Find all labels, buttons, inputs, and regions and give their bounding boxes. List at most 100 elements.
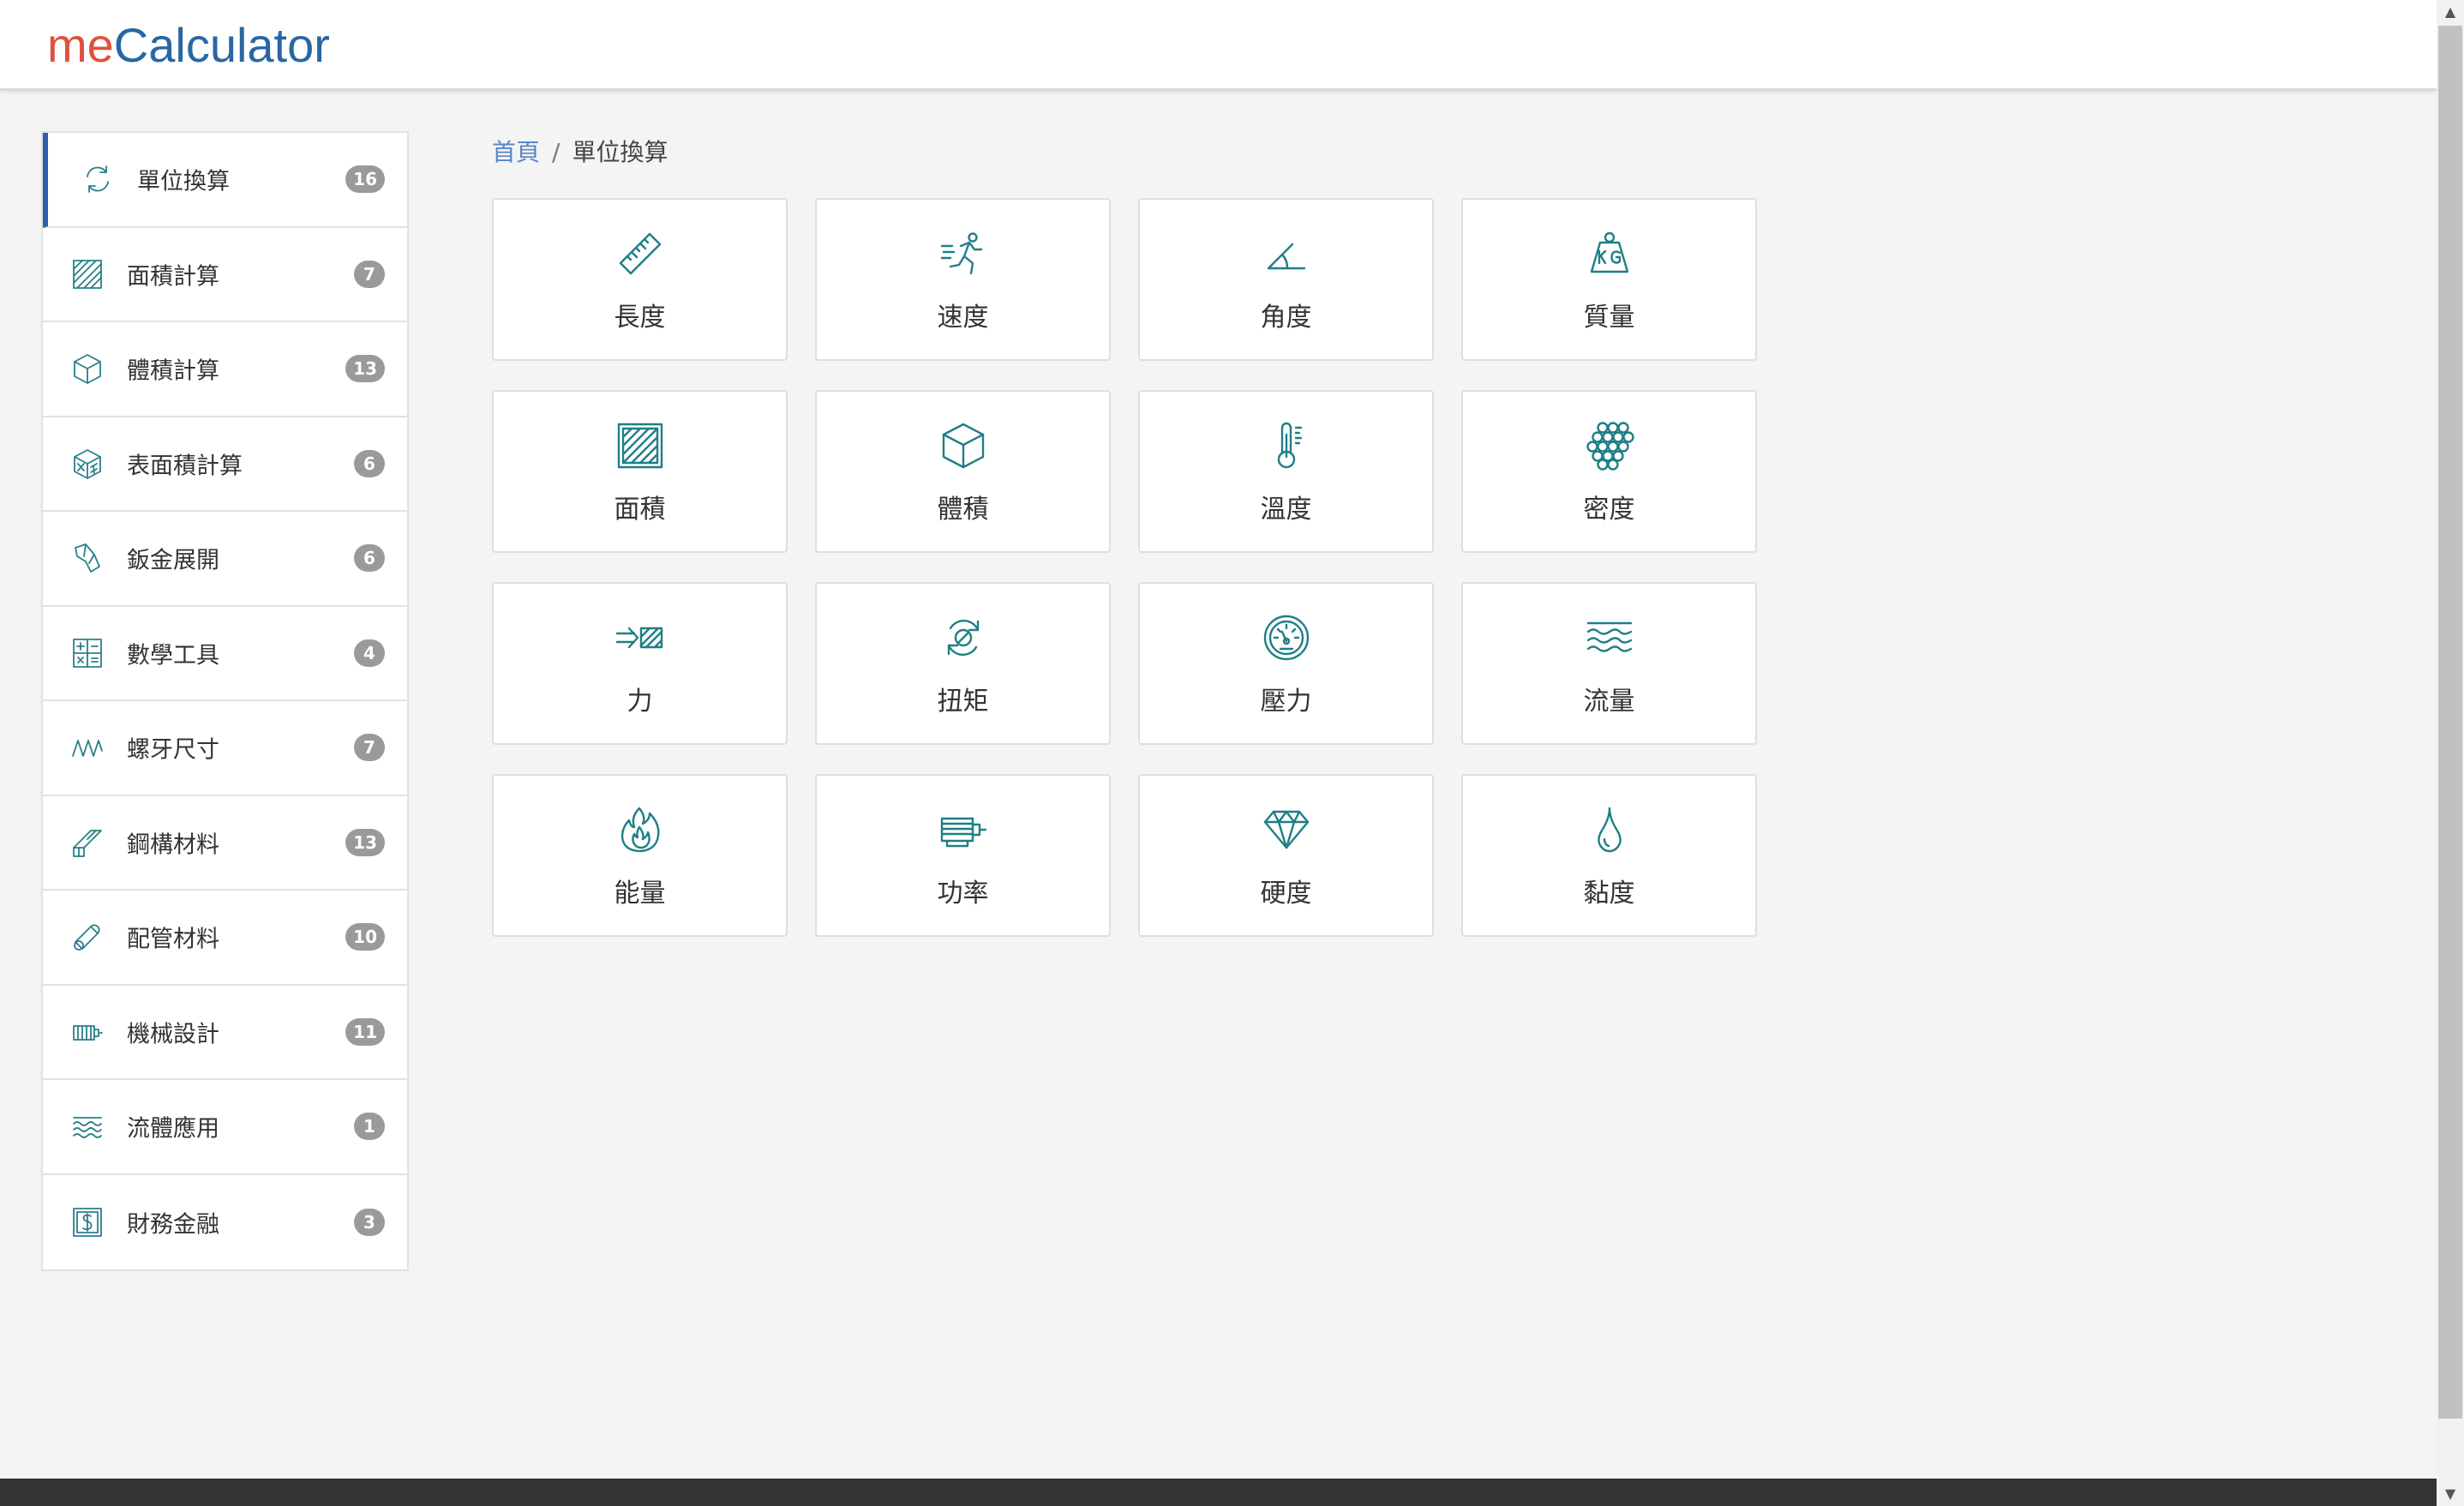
count-badge: 11 [345, 1017, 385, 1046]
tile-power[interactable]: 功率 [815, 774, 1111, 937]
sidebar-item-piping-material[interactable]: 配管材料 10 [43, 891, 407, 986]
drop-icon [1585, 805, 1634, 855]
sidebar-item-unit-conversion[interactable]: 單位換算 16 [43, 133, 407, 228]
tile-temperature[interactable]: 溫度 [1138, 390, 1434, 553]
breadcrumb: 首頁 / 單位換算 [492, 134, 668, 168]
cube-icon [70, 351, 105, 386]
count-badge: 1 [354, 1113, 385, 1141]
tile-label: 密度 [1583, 495, 1635, 525]
count-badge: 13 [345, 355, 385, 383]
tile-area[interactable]: 面積 [492, 390, 788, 553]
count-badge: 6 [354, 544, 385, 573]
waves-icon [70, 1109, 105, 1143]
breadcrumb-home-link[interactable]: 首頁 [492, 138, 540, 166]
category-sidebar: 單位換算 16 面積計算 7 體積計算 13 表面積計算 6 鈑金展開 6 數學… [41, 131, 409, 1271]
count-badge: 13 [345, 828, 385, 856]
sidebar-item-label: 表面積計算 [127, 453, 243, 480]
logo-me: me [47, 18, 114, 72]
convert-icon [81, 162, 115, 196]
count-badge: 3 [354, 1208, 385, 1236]
tile-label: 體積 [937, 495, 989, 525]
count-badge: 4 [354, 639, 385, 667]
tile-speed[interactable]: 速度 [815, 198, 1111, 361]
sidebar-item-thread-size[interactable]: 螺牙尺寸 7 [43, 701, 407, 796]
tile-angle[interactable]: 角度 [1138, 198, 1434, 361]
sidebar-item-label: 配管材料 [127, 926, 219, 953]
breadcrumb-separator: / [552, 138, 561, 166]
sidebar-item-label: 機械設計 [127, 1021, 219, 1048]
density-icon [1585, 421, 1634, 471]
tile-label: 能量 [614, 879, 666, 909]
tile-label: 質量 [1583, 303, 1635, 333]
steel-beam-icon [70, 825, 105, 860]
tile-length[interactable]: 長度 [492, 198, 788, 361]
vertical-scrollbar[interactable]: ▲ ▼ [2437, 0, 2464, 1506]
weight-kg-icon [1585, 229, 1634, 279]
angle-icon [1262, 229, 1311, 279]
tile-volume[interactable]: 體積 [815, 390, 1111, 553]
tile-label: 流量 [1583, 687, 1635, 717]
top-header: meCalculator [0, 0, 2437, 91]
tile-label: 溫度 [1260, 495, 1312, 525]
count-badge: 7 [354, 734, 385, 762]
sidebar-item-steel-material[interactable]: 鋼構材料 13 [43, 795, 407, 891]
waves-icon [1585, 613, 1634, 663]
tile-density[interactable]: 密度 [1461, 390, 1757, 553]
sidebar-item-volume[interactable]: 體積計算 13 [43, 322, 407, 417]
gauge-icon [1262, 613, 1311, 663]
sidebar-item-label: 體積計算 [127, 357, 219, 385]
motor-icon [938, 805, 988, 855]
sidebar-item-sheet-metal[interactable]: 鈑金展開 6 [43, 512, 407, 607]
tile-mass[interactable]: 質量 [1461, 198, 1757, 361]
flame-icon [615, 805, 665, 855]
tile-label: 角度 [1260, 303, 1312, 333]
tile-label: 扭矩 [937, 687, 989, 717]
sidebar-item-area[interactable]: 面積計算 7 [43, 227, 407, 322]
area-icon [70, 257, 105, 291]
sidebar-item-surface-area[interactable]: 表面積計算 6 [43, 417, 407, 512]
scroll-down-arrow-icon[interactable]: ▼ [2437, 1482, 2464, 1506]
scroll-up-arrow-icon[interactable]: ▲ [2437, 0, 2464, 24]
calculator-icon [70, 636, 105, 670]
tile-force[interactable]: 力 [492, 582, 788, 745]
tile-pressure[interactable]: 壓力 [1138, 582, 1434, 745]
sidebar-item-label: 財務金融 [127, 1211, 219, 1239]
tile-label: 功率 [937, 879, 989, 909]
sidebar-item-label: 鈑金展開 [127, 547, 219, 574]
force-icon [615, 613, 665, 663]
runner-icon [938, 229, 988, 279]
cube-icon [938, 421, 988, 471]
tile-label: 壓力 [1260, 687, 1312, 717]
app-logo[interactable]: meCalculator [47, 17, 330, 73]
sidebar-item-label: 鋼構材料 [127, 831, 219, 859]
count-badge: 10 [345, 923, 385, 951]
count-badge: 16 [345, 165, 385, 194]
tile-label: 面積 [614, 495, 666, 525]
count-badge: 7 [354, 260, 385, 288]
tile-flow-rate[interactable]: 流量 [1461, 582, 1757, 745]
sheet-metal-icon [70, 541, 105, 575]
surface-cube-icon [70, 447, 105, 481]
thread-icon [70, 730, 105, 765]
sidebar-item-finance[interactable]: 財務金融 3 [43, 1174, 407, 1269]
sidebar-item-math-tools[interactable]: 數學工具 4 [43, 606, 407, 701]
tile-energy[interactable]: 能量 [492, 774, 788, 937]
tile-label: 黏度 [1583, 879, 1635, 909]
sidebar-item-fluid-application[interactable]: 流體應用 1 [43, 1080, 407, 1175]
tile-label: 力 [626, 687, 653, 717]
area-icon [615, 421, 665, 471]
tile-label: 硬度 [1260, 879, 1312, 909]
scrollbar-thumb[interactable] [2438, 26, 2462, 1419]
sidebar-item-machine-design[interactable]: 機械設計 11 [43, 985, 407, 1080]
logo-calculator: Calculator [113, 18, 330, 72]
ruler-icon [615, 229, 665, 279]
page-footer [0, 1479, 2437, 1506]
tile-hardness[interactable]: 硬度 [1138, 774, 1434, 937]
tile-torque[interactable]: 扭矩 [815, 582, 1111, 745]
finance-icon [70, 1205, 105, 1239]
tile-label: 長度 [614, 303, 666, 333]
sidebar-item-label: 面積計算 [127, 263, 219, 291]
sidebar-item-label: 螺牙尺寸 [127, 736, 219, 764]
thermometer-icon [1262, 421, 1311, 471]
tile-viscosity[interactable]: 黏度 [1461, 774, 1757, 937]
